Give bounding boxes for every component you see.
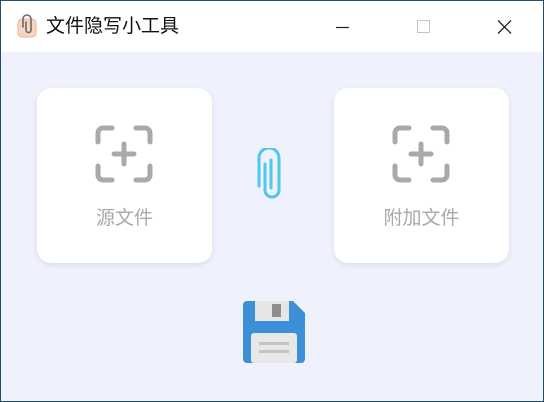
attach-file-label: 附加文件	[383, 207, 460, 229]
add-scan-icon	[95, 125, 153, 183]
close-button[interactable]	[469, 1, 539, 52]
paperclip-app-icon	[17, 14, 37, 38]
source-file-label: 源文件	[95, 207, 153, 229]
maximize-button[interactable]	[388, 1, 458, 52]
attach-file-card[interactable]: 附加文件	[334, 88, 509, 263]
window-title: 文件隐写小工具	[46, 15, 180, 37]
minimize-icon	[336, 26, 349, 29]
title-bar[interactable]: 文件隐写小工具	[1, 1, 543, 52]
close-icon	[497, 20, 512, 34]
app-window: 文件隐写小工具 源文件 附加文件	[0, 0, 544, 402]
add-scan-icon	[392, 125, 450, 183]
floppy-disk-icon	[243, 301, 305, 363]
source-file-card[interactable]: 源文件	[37, 88, 212, 263]
maximize-icon	[417, 20, 430, 33]
minimize-button[interactable]	[306, 1, 376, 52]
paperclip-icon	[257, 148, 281, 199]
save-button[interactable]	[239, 297, 309, 367]
